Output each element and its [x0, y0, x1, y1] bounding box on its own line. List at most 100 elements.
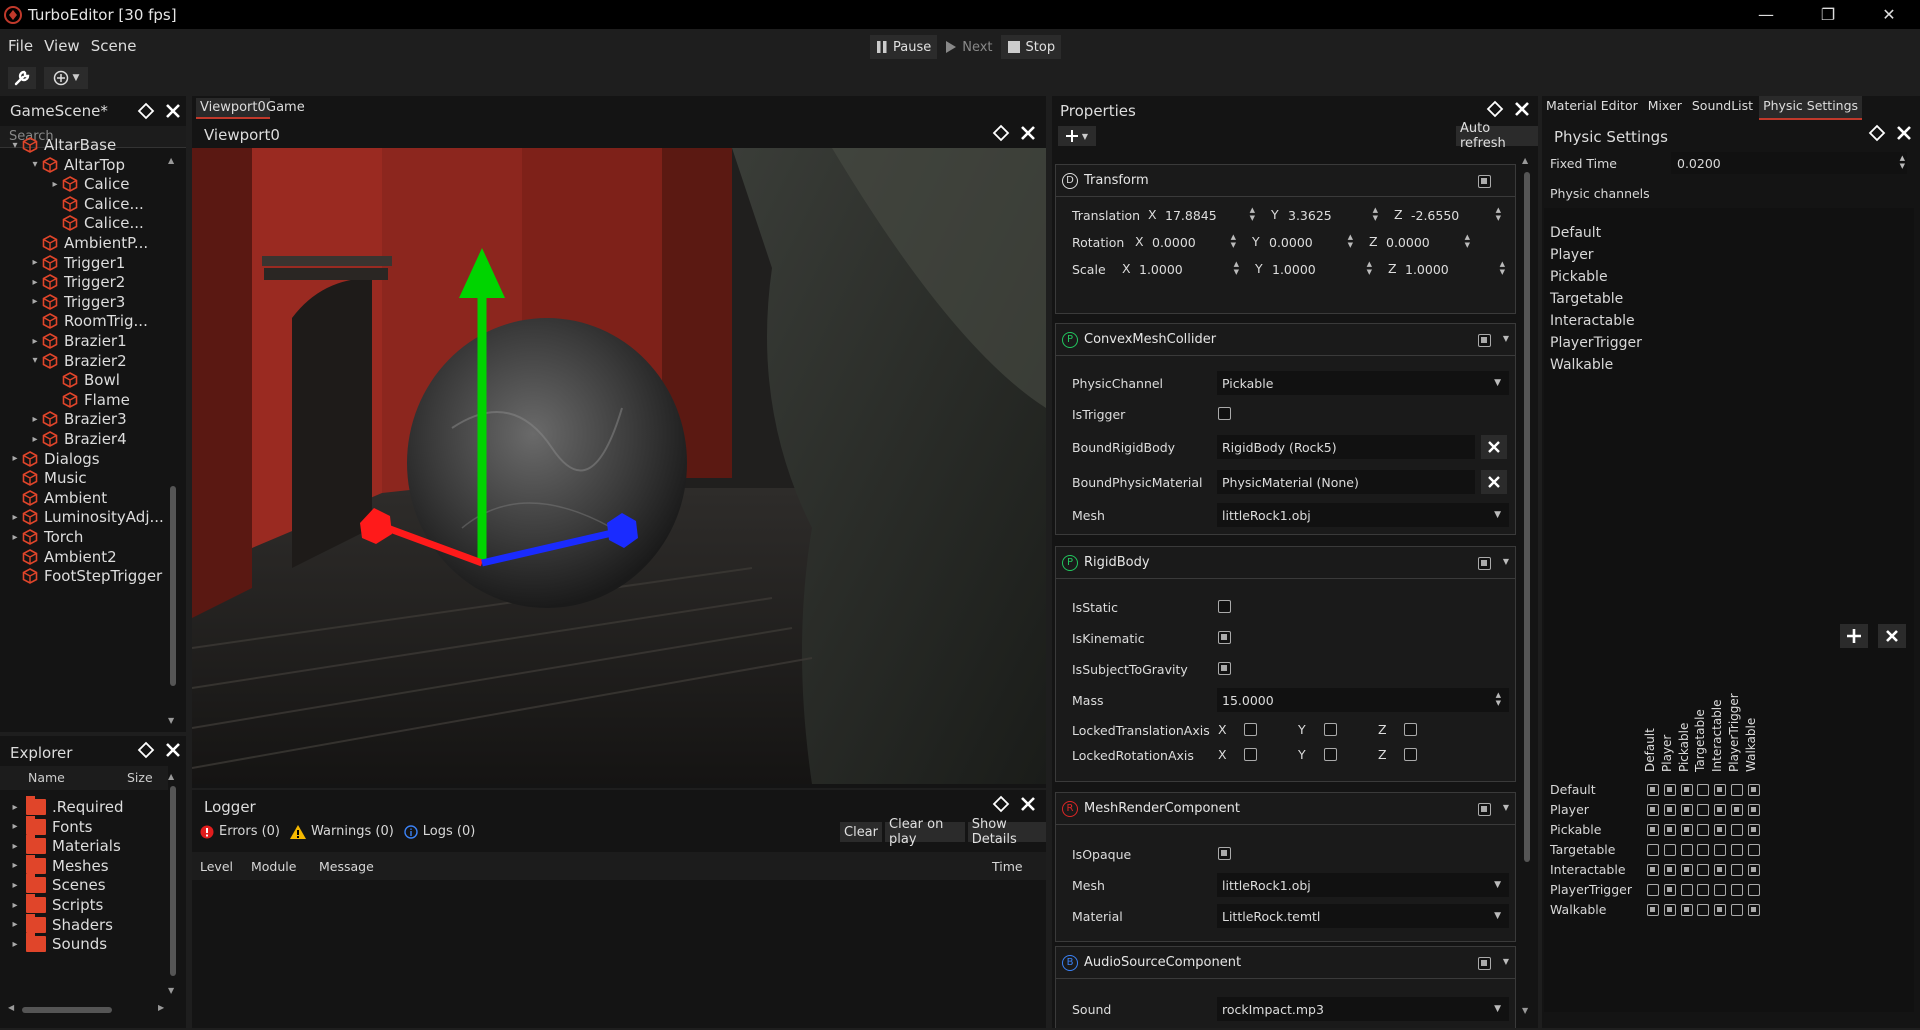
spinner-icon[interactable]: ▲ ▼: [1496, 691, 1501, 707]
z-input[interactable]: -2.6550 ▲ ▼: [1406, 203, 1503, 227]
matrix-checkbox[interactable]: [1714, 804, 1726, 816]
x-input[interactable]: 1.0000 ▲ ▼: [1134, 257, 1241, 281]
rigidbody-enabled-checkbox[interactable]: [1478, 557, 1491, 570]
expand-arrow-icon[interactable]: ▾: [28, 355, 42, 366]
message-column-header[interactable]: Message: [319, 859, 374, 874]
expand-arrow-icon[interactable]: ▸: [8, 860, 22, 871]
matrix-checkbox[interactable]: [1714, 844, 1726, 856]
matrix-checkbox[interactable]: [1664, 884, 1676, 896]
locked-x-checkbox[interactable]: [1244, 748, 1257, 761]
close-panel-icon[interactable]: [164, 102, 182, 120]
time-column-header[interactable]: Time: [992, 859, 1023, 874]
matrix-checkbox[interactable]: [1731, 884, 1743, 896]
y-input[interactable]: 1.0000 ▲ ▼: [1267, 257, 1374, 281]
matrix-checkbox[interactable]: [1714, 784, 1726, 796]
expand-arrow-icon[interactable]: ▸: [8, 512, 22, 523]
transform-header[interactable]: D Transform: [1056, 165, 1515, 197]
channel-item[interactable]: Interactable: [1550, 313, 1635, 329]
add-object-button[interactable]: ▼: [44, 67, 88, 89]
close-panel-icon[interactable]: [1895, 124, 1913, 142]
add-component-button[interactable]: ▼: [1058, 126, 1096, 146]
spinner-icon[interactable]: ▲ ▼: [1348, 233, 1353, 249]
matrix-checkbox[interactable]: [1647, 824, 1659, 836]
matrix-checkbox[interactable]: [1697, 884, 1709, 896]
maximize-button[interactable]: ❐: [1805, 0, 1851, 29]
minimize-button[interactable]: —: [1743, 0, 1789, 29]
y-input[interactable]: 3.3625 ▲ ▼: [1283, 203, 1380, 227]
chevron-down-icon[interactable]: ▼: [1503, 803, 1509, 812]
add-channel-button[interactable]: [1840, 624, 1868, 648]
matrix-checkbox[interactable]: [1748, 784, 1760, 796]
close-window-button[interactable]: ✕: [1866, 0, 1912, 29]
name-column-header[interactable]: Name: [28, 770, 65, 785]
tab-soundlist[interactable]: SoundList: [1688, 96, 1757, 120]
size-column-header[interactable]: Size: [127, 770, 153, 785]
matrix-checkbox[interactable]: [1731, 804, 1743, 816]
matrix-checkbox[interactable]: [1714, 884, 1726, 896]
expand-arrow-icon[interactable]: ▾: [28, 159, 42, 170]
matrix-checkbox[interactable]: [1697, 864, 1709, 876]
next-button[interactable]: Next: [939, 35, 998, 59]
expand-arrow-icon[interactable]: ▸: [48, 179, 62, 190]
matrix-checkbox[interactable]: [1731, 844, 1743, 856]
menu-view[interactable]: View: [44, 37, 80, 55]
is-opaque-checkbox[interactable]: [1218, 847, 1231, 860]
dock-icon[interactable]: [992, 795, 1010, 813]
matrix-checkbox[interactable]: [1731, 784, 1743, 796]
warnings-filter[interactable]: Warnings (0): [290, 824, 394, 839]
tools-button[interactable]: [8, 67, 36, 89]
matrix-checkbox[interactable]: [1731, 904, 1743, 916]
explorer-folder[interactable]: ▸ Sounds: [8, 933, 107, 955]
errors-filter[interactable]: Errors (0): [200, 824, 280, 839]
expand-arrow-icon[interactable]: ▸: [28, 277, 42, 288]
scroll-thumb[interactable]: [1524, 172, 1530, 862]
is-kinematic-checkbox[interactable]: [1218, 631, 1231, 644]
z-input[interactable]: 1.0000 ▲ ▼: [1400, 257, 1507, 281]
matrix-checkbox[interactable]: [1714, 864, 1726, 876]
scroll-thumb[interactable]: [170, 786, 176, 976]
chevron-down-icon[interactable]: ▼: [1503, 557, 1509, 566]
menu-file[interactable]: File: [8, 37, 33, 55]
expand-arrow-icon[interactable]: ▸: [28, 434, 42, 445]
meshrender-header[interactable]: R MeshRenderComponent ▼: [1056, 793, 1515, 825]
spinner-icon[interactable]: ▲ ▼: [1367, 260, 1372, 276]
matrix-checkbox[interactable]: [1748, 804, 1760, 816]
channel-item[interactable]: Pickable: [1550, 269, 1608, 285]
spinner-icon[interactable]: ▲ ▼: [1231, 233, 1236, 249]
expand-arrow-icon[interactable]: ▸: [8, 919, 22, 930]
matrix-checkbox[interactable]: [1664, 784, 1676, 796]
expand-arrow-icon[interactable]: ▾: [8, 140, 22, 151]
channel-item[interactable]: Player: [1550, 247, 1594, 263]
matrix-checkbox[interactable]: [1681, 804, 1693, 816]
scroll-down-icon[interactable]: ▼: [168, 716, 174, 725]
matrix-checkbox[interactable]: [1697, 824, 1709, 836]
close-panel-icon[interactable]: [1513, 100, 1531, 118]
meshrender-mesh-select[interactable]: littleRock1.obj ▼: [1217, 873, 1509, 897]
matrix-checkbox[interactable]: [1647, 884, 1659, 896]
expand-arrow-icon[interactable]: ▸: [8, 900, 22, 911]
matrix-checkbox[interactable]: [1647, 864, 1659, 876]
close-panel-icon[interactable]: [164, 741, 182, 759]
matrix-checkbox[interactable]: [1681, 844, 1693, 856]
matrix-checkbox[interactable]: [1748, 824, 1760, 836]
spinner-icon[interactable]: ▲ ▼: [1465, 233, 1470, 249]
menu-scene[interactable]: Scene: [91, 37, 137, 55]
convex-enabled-checkbox[interactable]: [1478, 334, 1491, 347]
y-input[interactable]: 0.0000 ▲ ▼: [1264, 230, 1355, 254]
convex-header[interactable]: P ConvexMeshCollider ▼: [1056, 324, 1515, 356]
close-panel-icon[interactable]: [1019, 124, 1037, 142]
spinner-icon[interactable]: ▲ ▼: [1496, 206, 1501, 222]
chevron-down-icon[interactable]: ▼: [1503, 957, 1509, 966]
scroll-thumb[interactable]: [170, 486, 176, 686]
dock-icon[interactable]: [1486, 100, 1504, 118]
tab-material-editor[interactable]: Material Editor: [1542, 96, 1642, 120]
clear-physic-material-button[interactable]: [1481, 470, 1507, 494]
matrix-checkbox[interactable]: [1681, 824, 1693, 836]
clear-on-play-button[interactable]: Clear on play: [885, 817, 965, 847]
tab-mixer[interactable]: Mixer: [1644, 96, 1686, 120]
expand-arrow-icon[interactable]: ▸: [8, 841, 22, 852]
module-column-header[interactable]: Module: [251, 859, 296, 874]
spinner-icon[interactable]: ▲ ▼: [1250, 206, 1255, 222]
matrix-checkbox[interactable]: [1697, 804, 1709, 816]
scroll-up-icon[interactable]: ▲: [168, 772, 174, 781]
